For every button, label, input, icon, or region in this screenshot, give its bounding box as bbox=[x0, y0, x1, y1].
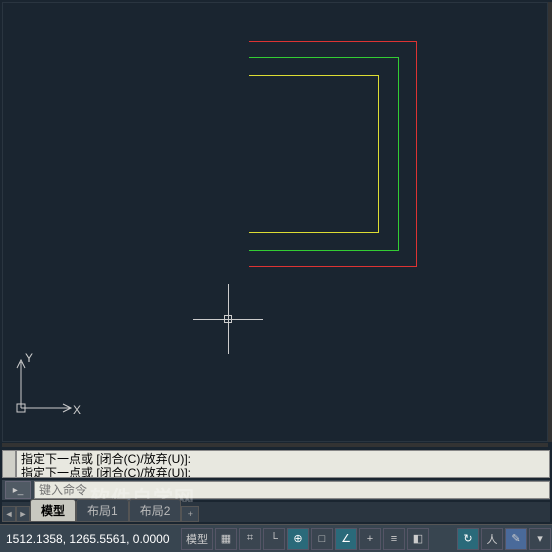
pencil-icon[interactable]: ✎ bbox=[505, 528, 527, 550]
horizontal-scrollbar[interactable] bbox=[2, 443, 548, 447]
tab-nav-prev[interactable]: ◄ bbox=[2, 506, 16, 522]
track-icon[interactable]: ∠ bbox=[335, 528, 357, 550]
command-prompt-icon[interactable]: ▸_ bbox=[5, 481, 31, 499]
osnap-icon[interactable]: □ bbox=[311, 528, 333, 550]
status-bar: 1512.1358, 1265.5561, 0.0000 模型 ▦ ⌗ └ ⊕ … bbox=[0, 524, 552, 552]
tab-model[interactable]: 模型 bbox=[30, 499, 76, 522]
rect-yellow bbox=[249, 75, 379, 233]
command-input[interactable] bbox=[34, 481, 550, 499]
tab-layout2[interactable]: 布局2 bbox=[129, 499, 182, 522]
ucs-x-label: X bbox=[73, 403, 81, 417]
model-space-button[interactable]: 模型 bbox=[181, 528, 213, 550]
lineweight-icon[interactable]: ≡ bbox=[383, 528, 405, 550]
command-history: 指定下一点或 [闭合(C)/放弃(U)]: 指定下一点或 [闭合(C)/放弃(U… bbox=[16, 450, 550, 478]
snap-icon[interactable]: ⌗ bbox=[239, 528, 261, 550]
layout-tabs: ◄ ► 模型 布局1 布局2 + bbox=[2, 502, 550, 522]
history-gutter[interactable] bbox=[2, 450, 16, 478]
grid-icon[interactable]: ▦ bbox=[215, 528, 237, 550]
cycle-icon[interactable]: ↻ bbox=[457, 528, 479, 550]
drawing-canvas[interactable]: Y X bbox=[2, 2, 548, 442]
annotation-icon[interactable]: 人 bbox=[481, 528, 503, 550]
ortho-icon[interactable]: └ bbox=[263, 528, 285, 550]
history-line: 指定下一点或 [闭合(C)/放弃(U)]: bbox=[21, 452, 545, 466]
dyn-icon[interactable]: + bbox=[359, 528, 381, 550]
polar-icon[interactable]: ⊕ bbox=[287, 528, 309, 550]
coordinates-readout[interactable]: 1512.1358, 1265.5561, 0.0000 bbox=[0, 532, 180, 546]
settings-icon[interactable]: ▾ bbox=[529, 528, 551, 550]
tab-layout1[interactable]: 布局1 bbox=[76, 499, 129, 522]
transparency-icon[interactable]: ◧ bbox=[407, 528, 429, 550]
ucs-y-label: Y bbox=[25, 351, 33, 365]
history-line: 指定下一点或 [闭合(C)/放弃(U)]: bbox=[21, 466, 545, 478]
vertical-scrollbar[interactable] bbox=[548, 2, 552, 442]
command-line: ▸_ bbox=[2, 480, 550, 500]
tab-nav-next[interactable]: ► bbox=[16, 506, 30, 522]
tab-add[interactable]: + bbox=[181, 506, 199, 522]
